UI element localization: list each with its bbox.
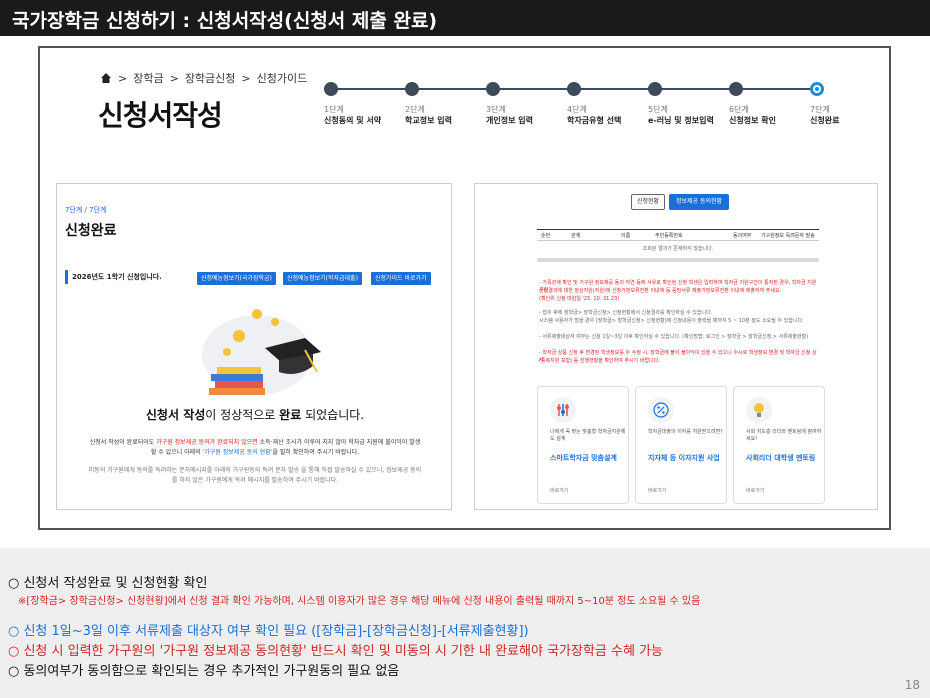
- card-link[interactable]: 바로가기: [648, 487, 666, 494]
- consent-table-header: 순번 관계 이름 주민등록번호 동의여부 가구원정보 독려문자 발송: [537, 229, 819, 241]
- completion-message: 신청서 작성이 정상적으로 완료 되었습니다.: [57, 406, 451, 423]
- semester-info: 2026년도 1학기 신청입니다.: [65, 270, 175, 284]
- step-current-icon: [810, 82, 824, 96]
- mentoring-card[interactable]: 사회 지도층 리더와 멘토링에 참여하세요! 사회리더 대학생 멘토링 바로가기: [733, 386, 825, 504]
- graduation-illustration: [202, 309, 321, 395]
- breadcrumb-item-guide[interactable]: 신청가이드: [257, 70, 308, 86]
- step-number: 3단계: [486, 105, 506, 114]
- notice-line: (확인위 신청 마감일 '25. 10. 31.23): [539, 296, 620, 302]
- card-link[interactable]: 바로가기: [550, 487, 568, 494]
- notice-line: (중복지원 포함) 등 진행현황을 확인하여 주시기 바랍니다.: [539, 358, 660, 364]
- table-header-cell: 동의여부: [733, 233, 752, 239]
- note-completion-check-detail: ※[장학금> 장학금신청> 신청현황]에서 신청 결과 확인 가능하며, 시스템…: [18, 596, 701, 607]
- note-family-consent: ○ 신청 시 입력한 가구원의 '가구원 정보제공 동의현황' 반드시 확인 및…: [8, 644, 663, 659]
- step-number: 1단계: [324, 105, 344, 114]
- table-header-cell: 이름: [621, 233, 631, 239]
- notice-line: - 서류제출대상자 여부는 신청 1일~3일 이후 확인하실 수 있습니다. (…: [539, 334, 809, 340]
- step-check-icon: [486, 82, 500, 96]
- step-number: 2단계: [405, 105, 425, 114]
- step-check-icon: [729, 82, 743, 96]
- interest-support-card[interactable]: 학자금대출의 이자를 지원받으려면? 지자체 등 이자지원 사업 바로가기: [635, 386, 727, 504]
- note-consent-done: ○ 동의여부가 동의함으로 확인되는 경우 추가적인 가구원동의 필요 없음: [8, 664, 400, 679]
- notice-line: 산정결과에 대한 정상지원(지원)에 신청가판보류전환 이내에 등 증빙서류 제…: [539, 288, 782, 294]
- status-panel: 신청현황 정보제공 동의현황 순번 관계 이름 주민등록번호 동의여부 가구원정…: [474, 183, 878, 510]
- consent-warning-c: 을 필히 확인하여 주시기 바랍니다.: [272, 449, 360, 456]
- consent-warning-blue: '가구원 정보제공 동의 현황': [202, 449, 273, 456]
- breadcrumb-item-scholarship[interactable]: 장학금: [133, 70, 163, 86]
- step-number: 6단계: [729, 105, 749, 114]
- lightbulb-icon: [746, 397, 772, 423]
- loan-info-button[interactable]: 신청예능정보기(학자금대출): [283, 272, 362, 285]
- title-bar: 국가장학금 신청하기 : 신청서작성(신청서 제출 완료): [0, 0, 930, 36]
- note-document-check: ○ 신청 1일~3일 이후 서류제출 대상자 여부 확인 필요 ([장학금]-[…: [8, 624, 529, 639]
- breadcrumb-sep-icon: >: [169, 71, 179, 85]
- consent-reminder-note: 미동의 가구원에게 동의를 독려하는 문자메시지를 아래의 가구원동의 독려 문…: [88, 467, 422, 484]
- step-name: 개인정보 입력: [486, 116, 533, 125]
- table-header-cell: 관계: [571, 233, 581, 239]
- consent-warning-red: 가구원 정보제공 동의가 완료되지 않으면: [156, 439, 258, 446]
- step-check-icon: [324, 82, 338, 96]
- tab-consent-status[interactable]: 정보제공 동의현황: [669, 194, 729, 210]
- step-name: e-러닝 및 정보입력: [648, 116, 714, 125]
- notice-line: - 접수 후에 장학금> 장학금신청> 신청현황에서 신청결과를 확인하실 수 …: [539, 310, 713, 316]
- horizontal-scrollbar[interactable]: [537, 258, 819, 262]
- step-check-icon: [567, 82, 581, 96]
- step-number: 7단계: [810, 105, 830, 114]
- card-title[interactable]: 지자체 등 이자지원 사업: [648, 453, 720, 463]
- step-name: 학자금유형 선택: [567, 116, 622, 125]
- step-number: 5단계: [648, 105, 668, 114]
- breadcrumb: > 장학금 > 장학금신청 > 신청가이드: [100, 70, 307, 86]
- table-empty-message: 조회된 결과가 존재하지 않습니다.: [642, 246, 714, 252]
- completion-message-bold: 완료: [279, 408, 302, 422]
- completion-title: 신청완료: [65, 223, 117, 239]
- step-name: 학교정보 입력: [405, 116, 452, 125]
- completion-message-suffix: 되었습니다.: [301, 408, 365, 422]
- step-name: 신청정보 확인: [729, 116, 776, 125]
- national-scholarship-info-button[interactable]: 신청예능정보기(국가장학금): [197, 272, 276, 285]
- step-check-icon: [648, 82, 662, 96]
- smart-scholarship-card[interactable]: 나에게 꼭 맞는 맞춤형 학자금지원제도 설계 스마트학자금 맞춤설계 바로가기: [537, 386, 629, 504]
- table-header-cell: 주민등록번호: [655, 233, 683, 239]
- step-number: 4단계: [567, 105, 587, 114]
- card-subtitle: 사회 지도층 리더와 멘토링에 참여하세요!: [746, 429, 822, 442]
- sliders-icon: [550, 397, 576, 423]
- breadcrumb-sep-icon: >: [118, 71, 128, 85]
- card-link[interactable]: 바로가기: [746, 487, 764, 494]
- completion-message-prefix: 신청서 작성: [145, 408, 206, 422]
- step-check-icon: [405, 82, 419, 96]
- step-name: 신청동의 및 서약: [324, 116, 382, 125]
- completion-panel: 7단계 / 7단계 신청완료 2026년도 1학기 신청입니다. 신청예능정보기…: [56, 183, 452, 510]
- page-number: 18: [904, 678, 920, 692]
- screenshot-frame: > 장학금 > 장학금신청 > 신청가이드 신청서작성 1단계신청동의 및 서약…: [38, 46, 891, 530]
- step-name: 신청완료: [810, 116, 840, 125]
- slide-title: 국가장학금 신청하기 : 신청서작성(신청서 제출 완료): [12, 10, 438, 32]
- page-heading: 신청서작성: [98, 99, 223, 132]
- consent-warning-a: 신청서 작성이 완료되어도: [89, 439, 157, 446]
- table-header-cell: 가구원정보 독려문자 발송: [761, 233, 815, 239]
- table-header-cell: 순번: [541, 233, 551, 239]
- slide: 국가장학금 신청하기 : 신청서작성(신청서 제출 완료) > 장학금 > 장학…: [0, 0, 930, 698]
- completion-message-mid: 이 정상적으로: [205, 408, 276, 422]
- breadcrumb-sep-icon: >: [241, 71, 251, 85]
- notes-section: ○ 신청서 작성완료 및 신청현황 확인 ※[장학금> 장학금신청> 신청현황]…: [0, 548, 930, 698]
- card-title[interactable]: 사회리더 대학생 멘토링: [746, 453, 815, 463]
- consent-warning: 신청서 작성이 완료되어도 가구원 정보제공 동의가 완료되지 않으면 소득·재…: [87, 438, 423, 458]
- card-subtitle: 나에게 꼭 맞는 맞춤형 학자금지원제도 설계: [550, 429, 626, 442]
- percent-icon: [648, 397, 674, 423]
- card-subtitle: 학자금대출의 이자를 지원받으려면?: [648, 429, 723, 435]
- note-completion-check: ○ 신청서 작성완료 및 신청현황 확인: [8, 576, 208, 591]
- step-indicator: 7단계 / 7단계: [65, 206, 107, 214]
- card-title[interactable]: 스마트학자금 맞춤설계: [550, 453, 617, 463]
- progress-stepper: 1단계신청동의 및 서약 2단계학교정보 입력 3단계개인정보 입력 4단계학자…: [324, 80, 839, 130]
- home-icon[interactable]: [100, 72, 112, 84]
- breadcrumb-item-apply[interactable]: 장학금신청: [185, 70, 236, 86]
- tab-application-status[interactable]: 신청현황: [631, 194, 665, 210]
- guide-shortcut-button[interactable]: 신청가이드 바로가기: [371, 272, 431, 285]
- notice-line: 시스템 사용자가 많을 경우 [장학금> 장학금신청> 신청현황]에 신청내용이…: [539, 318, 804, 324]
